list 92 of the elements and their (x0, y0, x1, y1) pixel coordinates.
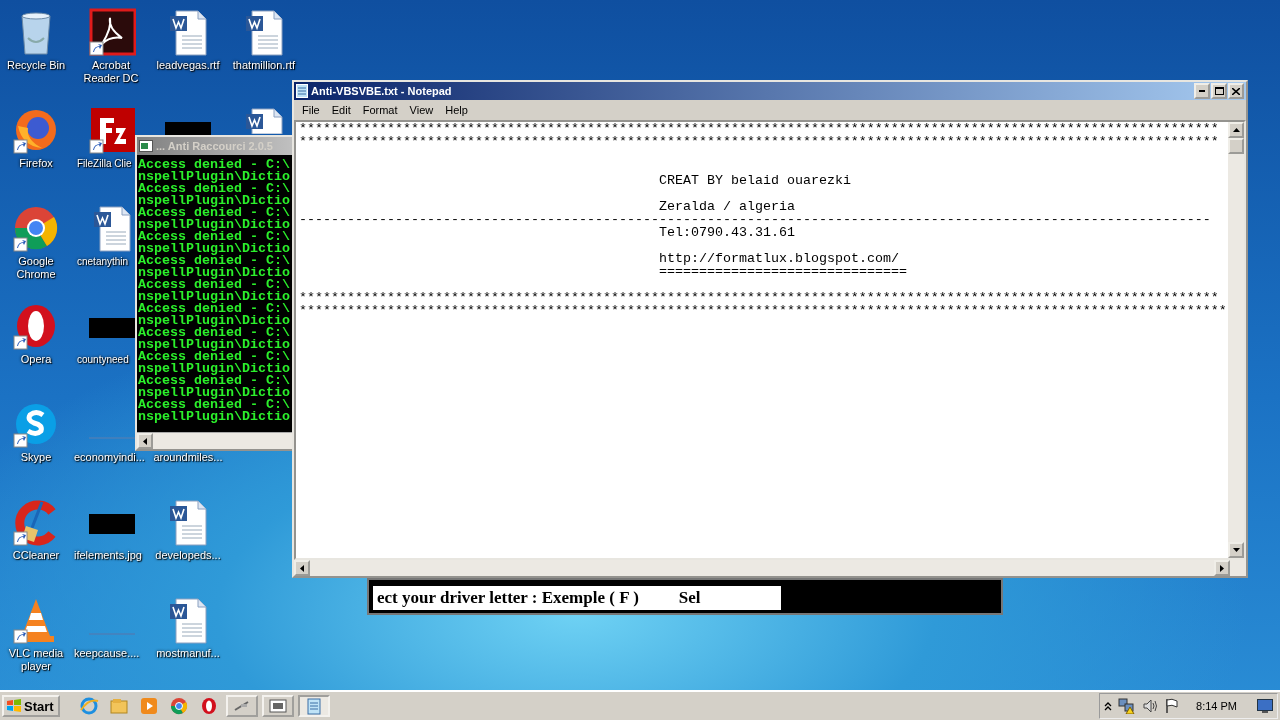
menu-item[interactable]: View (403, 104, 440, 116)
window-title: Anti-VBSVBE.txt - Notepad (311, 85, 452, 97)
icon-label[interactable]: FileZilla Clie (77, 157, 132, 170)
text-line: CREAT BY belaid ouarezki (659, 174, 851, 187)
console-icon (139, 140, 153, 152)
console-line: Access denied - C:\ (138, 327, 291, 339)
console-line: Access denied - C:\ (138, 375, 291, 387)
menu-item[interactable]: Edit (325, 104, 357, 116)
taskbar-button[interactable] (225, 695, 258, 717)
maximize-button[interactable] (1211, 83, 1227, 99)
show-desktop-icon[interactable] (1257, 699, 1273, 713)
console-line: nspellPlugin\Dictio (138, 363, 291, 375)
console-line: Access denied - C:\ (138, 399, 291, 411)
console-line: nspellPlugin\Dictio (138, 411, 291, 423)
chrome-icon (168, 696, 189, 716)
icon-label[interactable]: Acrobat Reader DC (74, 59, 148, 85)
console-line: Access denied - C:\ (138, 279, 291, 291)
network-icon[interactable] (1118, 698, 1137, 714)
text-line: =============================== (659, 265, 907, 278)
text-line: http://formatlux.blogspot.com/ (659, 252, 899, 265)
prompt-field[interactable]: ect your driver letter : Exemple ( F ) Sel (373, 586, 781, 610)
console-line: nspellPlugin\Dictio (138, 339, 291, 351)
vertical-scrollbar[interactable] (1228, 122, 1244, 558)
icon-label[interactable]: Firefox (19, 157, 53, 170)
asterisk-text: ******************************************************************************************************************* ******************************************************************************************************************* (299, 122, 1219, 148)
icon-label[interactable]: CCleaner (12, 549, 60, 562)
menu-item[interactable]: File (296, 104, 326, 116)
left-arrow-icon (143, 437, 147, 445)
text-line: Tel:0790.43.31.61 (659, 226, 795, 239)
icon-label[interactable]: Skype (20, 451, 52, 464)
scroll-left-button[interactable] (137, 433, 153, 449)
icon-label[interactable]: thatmillion.rtf (232, 59, 296, 72)
clock[interactable]: 8:14 PM (1186, 700, 1251, 712)
icon-label[interactable]: Opera (20, 353, 52, 366)
scroll-right-button[interactable] (1214, 560, 1230, 576)
text-line: Zeralda / algeria (659, 200, 795, 213)
console-line: Access denied - C:\ (138, 183, 291, 195)
console-line: nspellPlugin\Dictio (138, 171, 291, 183)
windows-flag-icon (6, 699, 22, 713)
scroll-up-button[interactable] (1228, 122, 1244, 138)
console-line: nspellPlugin\Dictio (138, 243, 291, 255)
prompt-text: ect your driver letter : Exemple ( F ) (377, 588, 639, 608)
console-line: Access denied - C:\ (138, 351, 291, 363)
asterisk-text: ******************************************************************************************************************* ******************************************************************************************************************** (299, 291, 1227, 317)
chevron-up-icon[interactable] (1104, 701, 1113, 711)
scroll-left-button[interactable] (294, 560, 310, 576)
scroll-down-button[interactable] (1228, 542, 1244, 558)
icon-label[interactable]: aroundmiles... (153, 451, 223, 464)
menu-item[interactable]: Help (439, 104, 474, 116)
up-arrow-icon (1232, 128, 1240, 132)
icon-label[interactable]: countyneed (77, 353, 129, 366)
console-icon (267, 696, 288, 716)
console-line: Access denied - C:\ (138, 231, 291, 243)
icon-label[interactable]: Google Chrome (0, 255, 73, 281)
console-line: nspellPlugin\Dictio (138, 219, 291, 231)
maximize-icon (1214, 87, 1224, 95)
close-icon (1232, 87, 1240, 95)
console-line: nspellPlugin\Dictio (138, 195, 291, 207)
flag-icon[interactable] (1164, 698, 1181, 714)
icon-label[interactable]: keepcause.... (74, 647, 140, 660)
icon-label[interactable]: ifelements.jpg (74, 549, 142, 562)
prompt-text: Sel (678, 588, 701, 608)
browser-icon (78, 696, 99, 716)
icon-label[interactable]: Recycle Bin (6, 59, 66, 72)
volume-icon[interactable] (1142, 698, 1159, 714)
console-line: nspellPlugin\Dictio (138, 267, 291, 279)
console-line: Access denied - C:\ (138, 255, 291, 267)
icon-label[interactable]: VLC media player (0, 647, 73, 673)
icon-label[interactable]: cnetanythin (77, 255, 129, 268)
console-line: nspellPlugin\Dictio (138, 291, 291, 303)
folder-icon (108, 696, 129, 716)
minimize-icon (1199, 90, 1205, 92)
horizontal-scrollbar[interactable] (294, 560, 1246, 576)
text-line: ------------------------------------------------------------------------------------------------------------------ (299, 213, 1211, 226)
scrollbar-thumb[interactable] (1228, 138, 1244, 154)
console-line: Access denied - C:\ (138, 303, 291, 315)
icon-label[interactable]: economyindi... (74, 451, 145, 464)
play-icon (138, 696, 159, 716)
icon-label[interactable]: leadvegas.rtf (156, 59, 220, 72)
console-line: nspellPlugin\Dictio (138, 315, 291, 327)
notepad-icon (296, 84, 308, 98)
down-arrow-icon (1232, 548, 1240, 552)
start-button[interactable]: Start (2, 695, 60, 717)
console-line: Access denied - C:\ (138, 159, 291, 171)
taskbar-button[interactable] (261, 695, 294, 717)
menu-item[interactable]: Format (356, 104, 404, 116)
right-arrow-icon (1220, 564, 1224, 572)
minimize-button[interactable] (1194, 83, 1210, 99)
console-line: Access denied - C:\ (138, 207, 291, 219)
left-arrow-icon (300, 564, 304, 572)
close-button[interactable] (1228, 83, 1244, 99)
console-line: nspellPlugin\Dictio (138, 387, 291, 399)
